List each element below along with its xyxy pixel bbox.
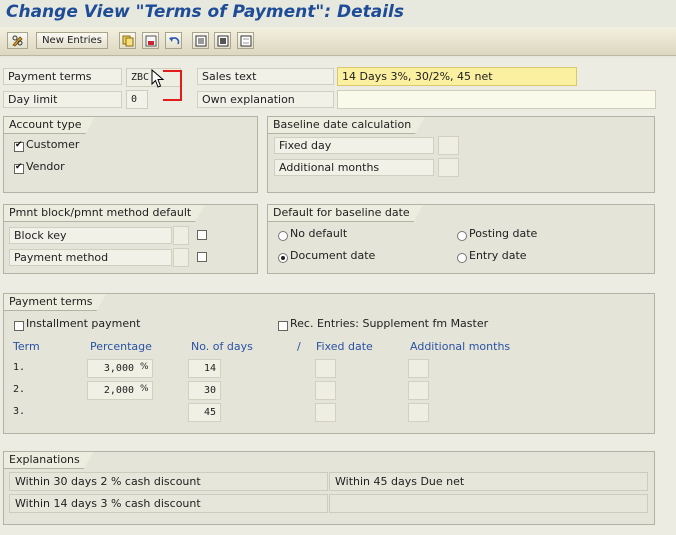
sales-text-field[interactable]: 14 Days 3%, 30/2%, 45 net (337, 67, 577, 86)
explanation-line-1-left: Within 30 days 2 % cash discount (9, 472, 328, 491)
term-2-fixed-date[interactable] (315, 381, 336, 400)
document-date-label: Document date (290, 249, 376, 262)
term-2-additional-months[interactable] (408, 381, 429, 400)
block-key-checkbox[interactable] (197, 230, 207, 240)
day-limit-field[interactable]: 0 (126, 90, 148, 109)
select-all-icon (195, 35, 206, 46)
term-1-additional-months[interactable] (408, 359, 429, 378)
copy-icon (122, 35, 133, 46)
default-baseline-date-title: Default for baseline date (267, 204, 424, 222)
select-block-button[interactable] (214, 32, 231, 49)
payment-terms-group-title: Payment terms (3, 293, 107, 311)
term-3-label: 3. (13, 406, 26, 417)
no-default-label: No default (290, 227, 348, 240)
account-type-group: Account type Customer Vendor (3, 116, 258, 193)
posting-date-label: Posting date (469, 227, 538, 240)
day-limit-label: Day limit (3, 91, 122, 108)
no-default-radio[interactable] (278, 231, 288, 241)
own-explanation-label: Own explanation (197, 91, 334, 108)
fixed-day-label: Fixed day (274, 137, 434, 154)
selection-marker (163, 70, 182, 101)
explanations-title: Explanations (3, 451, 94, 469)
delete-button[interactable] (142, 32, 159, 49)
term-1-fixed-date[interactable] (315, 359, 336, 378)
mouse-cursor-icon (151, 69, 165, 88)
additional-months-label: Additional months (274, 159, 434, 176)
rec-entries-label: Rec. Entries: Supplement fm Master (290, 317, 489, 330)
installment-payment-checkbox[interactable] (14, 321, 24, 331)
explanation-line-2-right (329, 494, 648, 513)
entry-date-radio[interactable] (457, 253, 467, 263)
col-header-no-of-days: No. of days (191, 340, 253, 353)
customer-checkbox[interactable] (14, 140, 24, 152)
explanations-group: Explanations Within 30 days 2 % cash dis… (3, 451, 655, 525)
deselect-all-icon (240, 35, 251, 46)
page-title: Change View "Terms of Payment": Details (6, 2, 404, 22)
baseline-date-calculation-group: Baseline date calculation Fixed day Addi… (267, 116, 655, 193)
term-1-unit: % (140, 362, 149, 372)
vendor-label: Vendor (26, 160, 65, 173)
sales-text-label: Sales text (197, 68, 334, 85)
pencil-glasses-icon (11, 35, 23, 47)
term-1-days[interactable]: 14 (188, 359, 221, 378)
delete-icon (145, 35, 156, 46)
display-change-button[interactable] (7, 32, 28, 49)
fixed-day-field[interactable] (438, 136, 459, 155)
details-screen: Payment terms ZBC Sales text 14 Days 3%,… (0, 58, 676, 535)
undo-icon (168, 36, 179, 44)
payment-terms-group: Payment terms Installment payment Rec. E… (3, 293, 655, 434)
additional-months-field[interactable] (438, 158, 459, 177)
payment-terms-label: Payment terms (3, 68, 122, 85)
col-header-additional-months: Additional months (410, 340, 511, 353)
term-2-unit: % (140, 384, 149, 394)
copy-as-button[interactable] (119, 32, 136, 49)
rec-entries-checkbox[interactable] (278, 321, 288, 331)
account-type-title: Account type (3, 116, 95, 134)
select-all-button[interactable] (192, 32, 209, 49)
pmnt-block-group: Pmnt block/pmnt method default Block key… (3, 204, 258, 274)
term-1-label: 1. (13, 362, 26, 373)
payment-method-label: Payment method (9, 249, 172, 266)
document-date-radio[interactable] (278, 253, 288, 263)
term-3-fixed-date[interactable] (315, 403, 336, 422)
undo-change-button[interactable] (165, 32, 182, 49)
col-header-term: Term (13, 340, 40, 353)
term-2-label: 2. (13, 384, 26, 395)
baseline-date-calculation-title: Baseline date calculation (267, 116, 425, 134)
payment-method-checkbox[interactable] (197, 252, 207, 262)
deselect-all-button[interactable] (237, 32, 254, 49)
term-3-additional-months[interactable] (408, 403, 429, 422)
block-key-label: Block key (9, 227, 172, 244)
col-header-slash: / (297, 340, 301, 353)
payment-method-field[interactable] (173, 248, 189, 267)
new-entries-button[interactable]: New Entries (36, 32, 108, 49)
block-key-field[interactable] (173, 226, 189, 245)
explanation-line-2-left: Within 14 days 3 % cash discount (9, 494, 328, 513)
term-3-days[interactable]: 45 (188, 403, 221, 422)
explanation-line-1-right: Within 45 days Due net (329, 472, 648, 491)
col-header-fixed-date: Fixed date (316, 340, 373, 353)
entry-date-label: Entry date (469, 249, 527, 262)
pmnt-block-title: Pmnt block/pmnt method default (3, 204, 205, 222)
installment-payment-label: Installment payment (26, 317, 141, 330)
vendor-checkbox[interactable] (14, 162, 24, 174)
posting-date-radio[interactable] (457, 231, 467, 241)
customer-label: Customer (26, 138, 80, 151)
own-explanation-field[interactable] (337, 90, 656, 109)
select-block-icon (217, 35, 228, 46)
term-2-days[interactable]: 30 (188, 381, 221, 400)
application-toolbar: New Entries (0, 27, 676, 56)
default-baseline-date-group: Default for baseline date No default Pos… (267, 204, 655, 274)
col-header-percentage: Percentage (90, 340, 152, 353)
